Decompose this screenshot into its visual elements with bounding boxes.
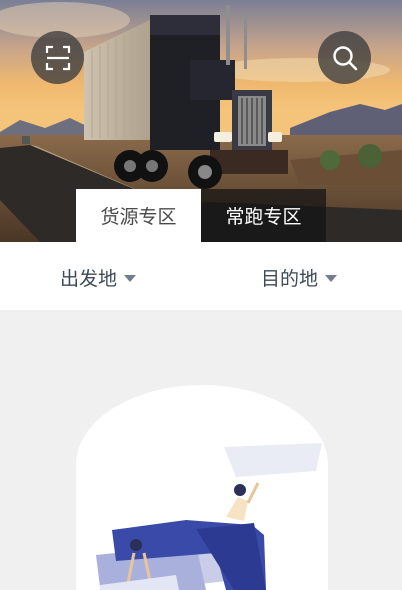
search-button[interactable] (318, 31, 371, 84)
search-icon (332, 45, 357, 70)
destination-label: 目的地 (261, 268, 319, 290)
tab-cargo-zone[interactable]: 货源专区 (76, 189, 201, 242)
cargo-list-area (0, 310, 402, 590)
caret-down-icon (325, 275, 338, 282)
scan-button[interactable] (31, 31, 84, 84)
caret-down-icon (124, 275, 137, 282)
zone-tabs: 货源专区 常跑专区 (76, 189, 326, 242)
tab-regular-route-zone[interactable]: 常跑专区 (201, 189, 326, 242)
origin-dropdown[interactable]: 出发地 (60, 264, 137, 291)
hero-banner: 货源专区 常跑专区 (0, 0, 402, 242)
origin-label: 出发地 (60, 268, 118, 290)
route-filter-bar: 出发地 目的地 (0, 242, 402, 310)
empty-state-illustration (76, 385, 328, 590)
scan-icon (45, 45, 70, 70)
destination-dropdown[interactable]: 目的地 (261, 264, 338, 291)
